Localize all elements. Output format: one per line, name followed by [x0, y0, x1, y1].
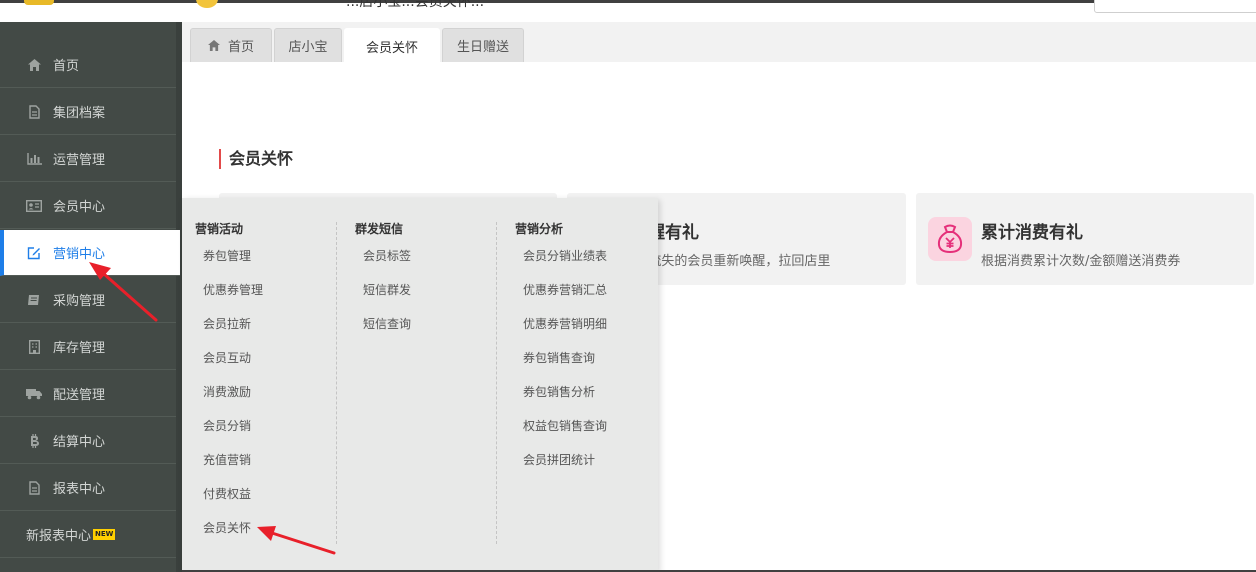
sidebar-item-label: 配送管理: [53, 388, 106, 403]
menu-column-group-sms: 群发短信 会员标签 短信群发 短信查询: [355, 198, 495, 572]
menu-divider: [496, 222, 497, 544]
menu-item-rights-pack-sales-query[interactable]: 权益包销售查询: [523, 417, 607, 434]
sidebar-item-label: 库存管理: [53, 341, 106, 356]
tab-birthday-gift[interactable]: 生日赠送: [442, 28, 524, 62]
logo: [24, 0, 54, 5]
menu-column-header: 营销活动: [195, 222, 244, 236]
sidebar-item-purchasing[interactable]: 采购管理: [0, 277, 176, 323]
tab-member-care[interactable]: 会员关怀: [344, 28, 440, 63]
menu-item-recharge-marketing[interactable]: 充值营销: [203, 451, 251, 468]
sidebar-item-label: 报表中心: [53, 482, 106, 497]
report-icon: [26, 480, 42, 496]
file-icon: [26, 104, 42, 120]
sidebar-item-new-reports[interactable]: 新报表中心 NEW: [0, 512, 176, 558]
tab-label: 店小宝: [288, 40, 328, 55]
tab-home[interactable]: 首页: [190, 28, 272, 62]
menu-item-consumption-incentive[interactable]: 消费激励: [203, 383, 251, 400]
coin-icon: [196, 0, 218, 8]
home-icon: [26, 57, 42, 73]
sidebar-item-inventory[interactable]: 库存管理: [0, 324, 176, 370]
card-desc: 根据消费累计次数/金额赠送消费券: [981, 254, 1181, 269]
tab-bar: 首页 店小宝 会员关怀 生日赠送: [182, 22, 1256, 63]
sidebar-item-label: 首页: [53, 59, 80, 74]
money-bag-icon: [928, 217, 972, 261]
menu-item-member-interaction[interactable]: 会员互动: [203, 349, 251, 366]
sidebar-item-marketing-center[interactable]: 营销中心: [0, 230, 180, 276]
menu-item-coupon-management[interactable]: 优惠券管理: [203, 281, 263, 298]
menu-column-header: 群发短信: [355, 222, 404, 236]
sidebar: 首页 集团档案 运营管理 会员中心 营销中心 采购管理 库存管理 配送管理 结算…: [0, 22, 182, 572]
edit-icon: [26, 245, 42, 261]
menu-item-coupon-pack-sales-query[interactable]: 券包销售查询: [523, 349, 595, 366]
sidebar-item-label: 营销中心: [53, 247, 106, 262]
header-title: ...店小宝...会员关怀...: [346, 0, 485, 10]
sidebar-item-member-center[interactable]: 会员中心: [0, 183, 176, 229]
marketing-mega-menu: 营销活动 券包管理 优惠券管理 会员拉新 会员互动 消费激励 会员分销 充值营销…: [182, 198, 658, 572]
sidebar-item-home[interactable]: 首页: [0, 42, 176, 88]
sidebar-item-operations[interactable]: 运营管理: [0, 136, 176, 182]
menu-item-member-care[interactable]: 会员关怀: [203, 519, 251, 536]
sidebar-item-label: 结算中心: [53, 435, 106, 450]
header-search-input[interactable]: [1094, 0, 1256, 13]
tab-dianxiaobao[interactable]: 店小宝: [274, 28, 342, 62]
menu-item-coupon-pack-sales-analysis[interactable]: 券包销售分析: [523, 383, 595, 400]
tab-label: 生日赠送: [456, 40, 509, 55]
top-border: [0, 0, 1256, 3]
page-title: 会员关怀: [219, 149, 293, 169]
truck-icon: [26, 386, 42, 402]
card-cumulative-consumption[interactable]: 累计消费有礼 根据消费累计次数/金额赠送消费券: [916, 193, 1254, 285]
tab-label: 会员关怀: [365, 40, 418, 56]
menu-column-marketing-activities: 营销活动 券包管理 优惠券管理 会员拉新 会员互动 消费激励 会员分销 充值营销…: [195, 198, 335, 572]
book-icon: [26, 292, 42, 308]
menu-divider: [336, 222, 337, 544]
bitcoin-icon: [26, 433, 42, 449]
menu-column-marketing-analysis: 营销分析 会员分销业绩表 优惠券营销汇总 优惠券营销明细 券包销售查询 券包销售…: [515, 198, 655, 572]
menu-item-member-tags[interactable]: 会员标签: [363, 247, 411, 264]
menu-item-group-buy-stats[interactable]: 会员拼团统计: [523, 451, 595, 468]
menu-item-coupon-summary[interactable]: 优惠券营销汇总: [523, 281, 607, 298]
top-header: ...店小宝...会员关怀...: [0, 0, 1256, 23]
new-badge: NEW: [93, 529, 116, 540]
sidebar-item-label: 新报表中心: [26, 529, 92, 544]
sidebar-item-reports[interactable]: 报表中心: [0, 465, 176, 511]
sidebar-item-delivery[interactable]: 配送管理: [0, 371, 176, 417]
sidebar-item-label: 会员中心: [53, 200, 106, 215]
sidebar-item-label: 集团档案: [53, 106, 106, 121]
menu-item-sms-query[interactable]: 短信查询: [363, 315, 411, 332]
id-card-icon: [26, 198, 42, 214]
card-title: 累计消费有礼: [981, 223, 1083, 243]
menu-item-paid-rights[interactable]: 付费权益: [203, 485, 251, 502]
sidebar-item-settlement[interactable]: 结算中心: [0, 418, 176, 464]
menu-item-distribution-performance[interactable]: 会员分销业绩表: [523, 247, 607, 264]
tab-label: 首页: [227, 40, 254, 55]
sidebar-item-label: 采购管理: [53, 294, 106, 309]
sidebar-item-label: 运营管理: [53, 153, 106, 168]
menu-item-member-acquisition[interactable]: 会员拉新: [203, 315, 251, 332]
menu-item-coupon-detail[interactable]: 优惠券营销明细: [523, 315, 607, 332]
menu-column-header: 营销分析: [515, 222, 564, 236]
menu-item-sms-broadcast[interactable]: 短信群发: [363, 281, 411, 298]
menu-item-member-distribution[interactable]: 会员分销: [203, 417, 251, 434]
sidebar-item-group-archive[interactable]: 集团档案: [0, 89, 176, 135]
home-icon: [208, 40, 220, 51]
bar-chart-icon: [26, 151, 42, 167]
menu-item-coupon-pack[interactable]: 券包管理: [203, 247, 251, 264]
building-icon: [26, 339, 42, 355]
